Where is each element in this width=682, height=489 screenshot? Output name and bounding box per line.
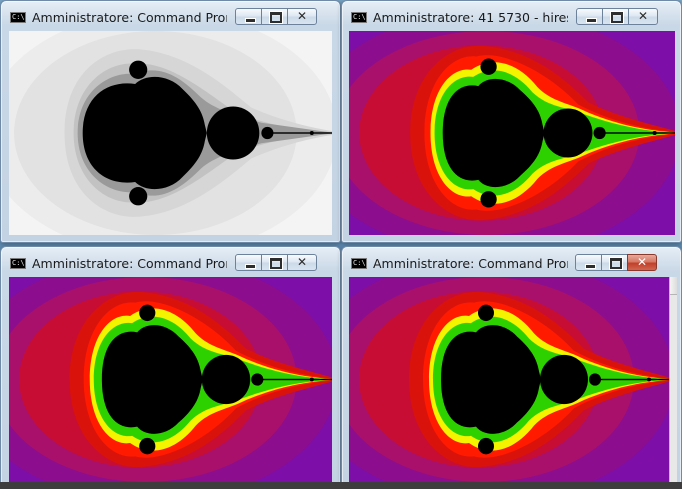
- fractal-canvas: [349, 277, 669, 482]
- close-button[interactable]: ✕: [287, 254, 317, 271]
- minimize-icon: [586, 18, 597, 23]
- command-prompt-icon: C:\.: [351, 258, 367, 269]
- close-icon: ✕: [637, 9, 649, 23]
- mandelbrot-image: [9, 277, 332, 482]
- close-icon: ✕: [296, 9, 308, 23]
- maximize-button[interactable]: [602, 8, 629, 25]
- mandelbrot-image: [9, 31, 332, 235]
- vertical-scrollbar[interactable]: [669, 277, 677, 482]
- window-controls: ✕: [576, 8, 658, 27]
- console-window-top-right[interactable]: C:\. Amministratore: 41 5730 - hires_man…: [341, 0, 682, 243]
- maximize-icon: [609, 257, 623, 270]
- close-icon: ✕: [636, 255, 648, 269]
- title-bar[interactable]: C:\. Amministratore: Command Prompt - hi…: [1, 1, 340, 30]
- minimize-icon: [245, 18, 256, 23]
- minimize-button[interactable]: [576, 8, 603, 25]
- command-prompt-icon: C:\.: [351, 12, 367, 23]
- window-title: Amministratore: Command Prompt - hires_m…: [32, 10, 227, 25]
- command-prompt-icon: C:\.: [10, 258, 26, 269]
- fractal-canvas: [9, 31, 332, 235]
- scroll-up-button[interactable]: [670, 277, 677, 295]
- taskbar-strip: [0, 482, 682, 489]
- close-button[interactable]: ✕: [627, 254, 657, 271]
- maximize-icon: [269, 11, 283, 24]
- maximize-icon: [269, 257, 283, 270]
- title-bar[interactable]: C:\. Amministratore: 41 5730 - hires_man…: [342, 1, 681, 30]
- maximize-button[interactable]: [261, 8, 288, 25]
- close-button[interactable]: ✕: [628, 8, 658, 25]
- fractal-canvas: [9, 277, 332, 482]
- minimize-icon: [585, 264, 596, 269]
- minimize-button[interactable]: [235, 8, 262, 25]
- maximize-button[interactable]: [261, 254, 288, 271]
- console-window-bottom-left[interactable]: C:\. Amministratore: Command Prompt - hi…: [0, 246, 341, 489]
- minimize-button[interactable]: [575, 254, 602, 271]
- minimize-icon: [245, 264, 256, 269]
- maximize-button[interactable]: [601, 254, 628, 271]
- command-prompt-icon: C:\.: [10, 12, 26, 23]
- mandelbrot-image: [349, 31, 675, 235]
- console-window-bottom-right[interactable]: C:\. Amministratore: Command Prompt - hi…: [341, 246, 682, 489]
- window-title: Amministratore: 41 5730 - hires_man: [373, 10, 568, 25]
- window-controls: ✕: [235, 254, 317, 273]
- window-controls: ✕: [235, 8, 317, 27]
- title-bar[interactable]: C:\. Amministratore: Command Prompt - hi…: [1, 247, 340, 276]
- close-button[interactable]: ✕: [287, 8, 317, 25]
- window-title: Amministratore: Command Prompt - hires_m…: [373, 256, 568, 271]
- close-icon: ✕: [296, 255, 308, 269]
- mandelbrot-image: [349, 277, 669, 482]
- console-window-top-left[interactable]: C:\. Amministratore: Command Prompt - hi…: [0, 0, 341, 243]
- minimize-button[interactable]: [235, 254, 262, 271]
- window-controls: ✕: [575, 254, 657, 273]
- maximize-icon: [610, 11, 624, 24]
- fractal-canvas: [349, 31, 675, 235]
- title-bar[interactable]: C:\. Amministratore: Command Prompt - hi…: [342, 247, 681, 276]
- window-title: Amministratore: Command Prompt - hires_m…: [32, 256, 227, 271]
